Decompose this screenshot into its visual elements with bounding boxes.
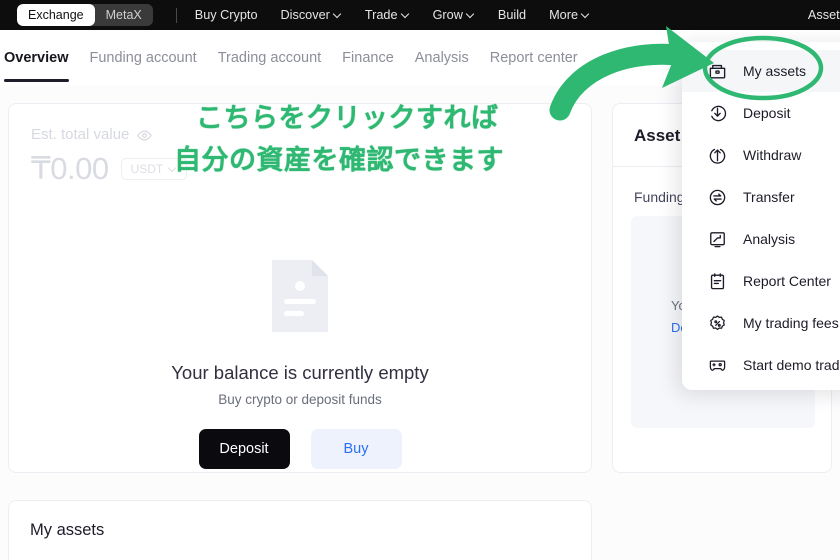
gamepad-icon [708, 356, 727, 375]
chevron-down-icon [402, 10, 410, 18]
wallet-icon [708, 62, 727, 81]
funding-account-label: Funding [634, 189, 685, 205]
menu-item-deposit[interactable]: Deposit [682, 92, 840, 134]
navbar-right: Assets [808, 0, 840, 30]
menu-item-my-assets[interactable]: My assets [682, 50, 840, 92]
transfer-circle-icon [708, 188, 727, 207]
tab-analysis[interactable]: Analysis [415, 30, 469, 86]
menu-item-label: My assets [743, 63, 807, 79]
empty-state-subtitle: Buy crypto or deposit funds [218, 392, 382, 407]
menu-item-analysis[interactable]: Analysis [682, 218, 840, 260]
page-root: Exchange MetaX Buy Crypto Discover Trade… [0, 0, 840, 560]
nav-link-assets[interactable]: Assets [808, 8, 840, 22]
empty-state-title: Your balance is currently empty [171, 362, 429, 383]
menu-item-label: My trading fees [743, 315, 839, 331]
tab-report-center[interactable]: Report center [490, 30, 578, 86]
nav-link-label: Build [497, 8, 527, 22]
brand-tab-metax[interactable]: MetaX [95, 4, 153, 26]
assets-dropdown-menu: My assets Deposit Withdraw Transfer Anal… [682, 42, 840, 390]
balance-amount: ₸0.00 [31, 151, 109, 186]
menu-item-label: Withdraw [743, 147, 802, 163]
menu-item-withdraw[interactable]: Withdraw [682, 134, 840, 176]
percent-badge-icon [708, 314, 727, 333]
clipboard-icon [708, 272, 727, 291]
brand-tab-exchange[interactable]: Exchange [17, 4, 95, 26]
tab-overview[interactable]: Overview [4, 30, 69, 86]
chevron-down-icon [467, 10, 475, 18]
nav-link-label: Buy Crypto [194, 8, 258, 22]
navbar-links: Buy Crypto Discover Trade Grow Build Mor… [195, 8, 590, 22]
deposit-button[interactable]: Deposit [198, 429, 290, 469]
tab-finance[interactable]: Finance [342, 30, 394, 86]
eye-icon[interactable] [137, 128, 153, 143]
nav-link-trade[interactable]: Trade [365, 8, 410, 22]
navbar-divider [175, 7, 177, 23]
analysis-chart-icon [708, 230, 727, 249]
menu-item-label: Start demo trading [743, 357, 840, 373]
nav-link-build[interactable]: Build [498, 8, 526, 22]
chevron-down-icon [334, 10, 342, 18]
menu-item-label: Deposit [743, 105, 791, 121]
nav-link-label: Trade [364, 8, 398, 22]
arrow-down-circle-icon [708, 104, 727, 123]
my-assets-card: My assets [8, 500, 592, 560]
annotation-line-1: こちらをクリックすれば [196, 103, 499, 133]
brand-toggle[interactable]: Exchange MetaX [17, 4, 153, 26]
arrow-up-circle-icon [708, 146, 727, 165]
menu-item-label: Analysis [743, 231, 796, 247]
tab-trading-account[interactable]: Trading account [218, 30, 321, 86]
my-assets-title: My assets [30, 521, 105, 539]
empty-state-actions: Deposit Buy [9, 429, 591, 469]
currency-unit-label: USDT [130, 162, 164, 176]
balance-header: Est. total value ₸0.00 USDT [31, 126, 188, 187]
buy-button[interactable]: Buy [310, 429, 402, 469]
menu-item-start-demo-trading[interactable]: Start demo trading [682, 344, 840, 386]
nav-link-label: Assets [807, 8, 840, 22]
nav-link-label: More [549, 8, 578, 22]
annotation-line-2: 自分の資産を確認できます [174, 145, 504, 175]
menu-item-transfer[interactable]: Transfer [682, 176, 840, 218]
assets-card-title: Asset [634, 126, 681, 145]
nav-link-grow[interactable]: Grow [433, 8, 475, 22]
menu-item-my-trading-fees[interactable]: My trading fees [682, 302, 840, 344]
top-navbar: Exchange MetaX Buy Crypto Discover Trade… [0, 0, 840, 30]
menu-item-report-center[interactable]: Report Center [682, 260, 840, 302]
empty-document-illustration [264, 256, 336, 336]
menu-item-label: Report Center [743, 273, 831, 289]
menu-item-label: Transfer [743, 189, 795, 205]
nav-link-more[interactable]: More [549, 8, 590, 22]
est-total-value-label: Est. total value [31, 126, 187, 143]
nav-link-buy-crypto[interactable]: Buy Crypto [195, 8, 258, 22]
est-total-value-text: Est. total value [31, 126, 130, 143]
nav-link-discover[interactable]: Discover [281, 8, 342, 22]
chevron-down-icon [582, 10, 590, 18]
tab-funding-account[interactable]: Funding account [90, 30, 197, 86]
balance-amount-row: ₸0.00 USDT [31, 151, 188, 187]
nav-link-label: Discover [280, 8, 330, 22]
nav-link-label: Grow [432, 8, 463, 22]
empty-state: Your balance is currently empty Buy cryp… [9, 256, 591, 469]
